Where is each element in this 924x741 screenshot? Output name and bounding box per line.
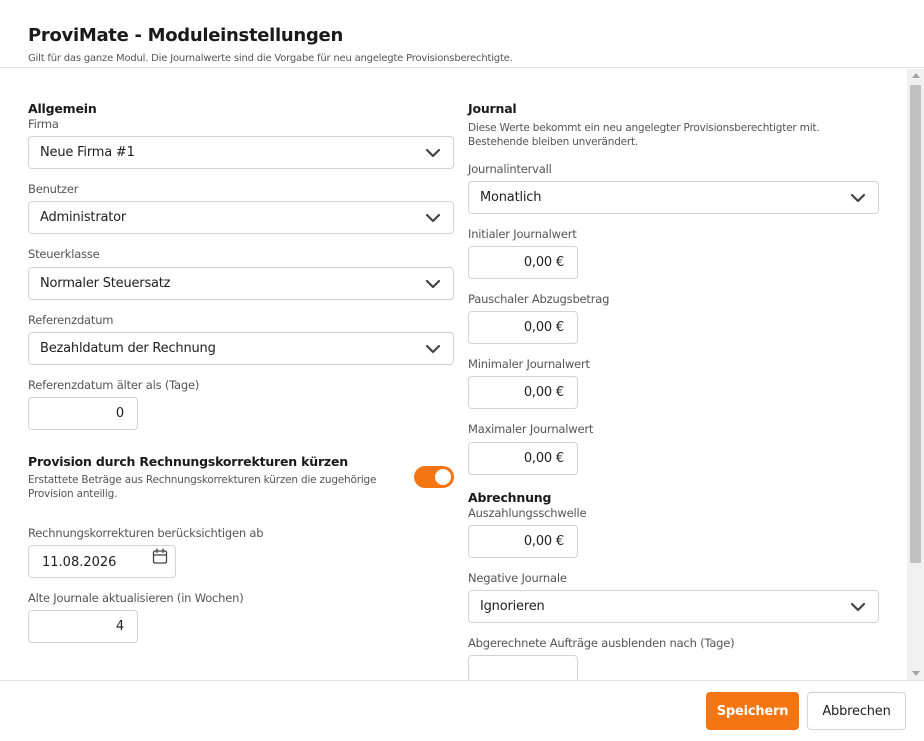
referenzdatum-select[interactable]: Bezahldatum der Rechnung [28, 332, 454, 365]
corrections-since-date[interactable]: 11.08.2026 [28, 545, 176, 578]
cancel-button[interactable]: Abbrechen [807, 692, 906, 730]
steuerklasse-label: Steuerklasse [28, 247, 100, 261]
dialog-subtitle: Gilt für das ganze Modul. Die Journalwer… [28, 53, 513, 64]
firma-label: Firma [28, 117, 59, 131]
hide-after-label: Abgerechnete Aufträge ausblenden nach (T… [468, 636, 735, 650]
settings-content: Allgemein Firma Neue Firma #1 Benutzer A… [0, 69, 907, 680]
corrections-since-value: 11.08.2026 [42, 555, 117, 570]
schwelle-input[interactable]: 0,00 € [468, 525, 578, 558]
update-journals-input[interactable]: 4 [28, 610, 138, 643]
vertical-scrollbar[interactable] [907, 69, 924, 680]
firma-value: Neue Firma #1 [40, 145, 135, 160]
referenzdatum-value: Bezahldatum der Rechnung [40, 341, 216, 356]
chevron-down-icon [850, 602, 866, 612]
corrections-heading: Provision durch Rechnungskorrekturen kür… [28, 454, 348, 469]
journalintervall-label: Journalintervall [468, 162, 552, 176]
toggle-knob [435, 469, 451, 485]
hide-after-input[interactable] [468, 655, 578, 680]
update-journals-label: Alte Journale aktualisieren (in Wochen) [28, 591, 244, 605]
maximal-value: 0,00 € [523, 451, 564, 466]
calendar-icon[interactable] [152, 548, 168, 565]
chevron-down-icon [425, 344, 441, 354]
benutzer-select[interactable]: Administrator [28, 201, 454, 234]
corrections-description: Erstattete Beträge aus Rechnungskorrektu… [28, 474, 377, 500]
schwelle-label: Auszahlungsschwelle [468, 506, 587, 520]
pauschal-value: 0,00 € [523, 320, 564, 335]
steuerklasse-value: Normaler Steuersatz [40, 276, 171, 291]
firma-select[interactable]: Neue Firma #1 [28, 136, 454, 169]
chevron-down-icon [425, 148, 441, 158]
journalintervall-value: Monatlich [480, 190, 542, 205]
benutzer-value: Administrator [40, 210, 127, 225]
corrections-since-label: Rechnungskorrekturen berücksichtigen ab [28, 526, 264, 540]
dialog-title: ProviMate - Moduleinstellungen [28, 25, 343, 46]
minimal-input[interactable]: 0,00 € [468, 376, 578, 409]
referenzdatum-aelter-input[interactable]: 0 [28, 397, 138, 430]
dialog-footer: Speichern Abbrechen [0, 680, 924, 741]
negative-journale-label: Negative Journale [468, 571, 567, 585]
scroll-down-arrow-icon[interactable] [912, 671, 920, 676]
maximal-input[interactable]: 0,00 € [468, 442, 578, 475]
initial-journalwert-input[interactable]: 0,00 € [468, 246, 578, 279]
scrollbar-thumb[interactable] [910, 85, 921, 563]
steuerklasse-select[interactable]: Normaler Steuersatz [28, 267, 454, 300]
schwelle-value: 0,00 € [523, 534, 564, 549]
initial-journalwert-label: Initialer Journalwert [468, 227, 577, 241]
benutzer-label: Benutzer [28, 182, 79, 196]
dialog-header: ProviMate - Moduleinstellungen Gilt für … [0, 0, 924, 68]
minimal-value: 0,00 € [523, 385, 564, 400]
maximal-label: Maximaler Journalwert [468, 422, 594, 436]
pauschal-label: Pauschaler Abzugsbetrag [468, 292, 610, 306]
referenzdatum-aelter-value: 0 [115, 406, 124, 421]
chevron-down-icon [850, 193, 866, 203]
section-billing-heading: Abrechnung [468, 490, 552, 505]
negative-journale-select[interactable]: Ignorieren [468, 590, 879, 623]
chevron-down-icon [425, 279, 441, 289]
section-general-heading: Allgemein [28, 101, 97, 116]
corrections-toggle[interactable] [414, 466, 454, 488]
chevron-down-icon [425, 213, 441, 223]
minimal-label: Minimaler Journalwert [468, 357, 590, 371]
scroll-up-arrow-icon[interactable] [912, 73, 920, 78]
initial-journalwert-value: 0,00 € [523, 255, 564, 270]
journal-description: Diese Werte bekommt ein neu angelegter P… [468, 122, 820, 148]
referenzdatum-aelter-label: Referenzdatum älter als (Tage) [28, 378, 200, 392]
update-journals-value: 4 [115, 619, 124, 634]
pauschal-input[interactable]: 0,00 € [468, 311, 578, 344]
negative-journale-value: Ignorieren [480, 599, 545, 614]
referenzdatum-label: Referenzdatum [28, 313, 114, 327]
save-button[interactable]: Speichern [706, 692, 799, 730]
journalintervall-select[interactable]: Monatlich [468, 181, 879, 214]
section-journal-heading: Journal [468, 101, 517, 116]
